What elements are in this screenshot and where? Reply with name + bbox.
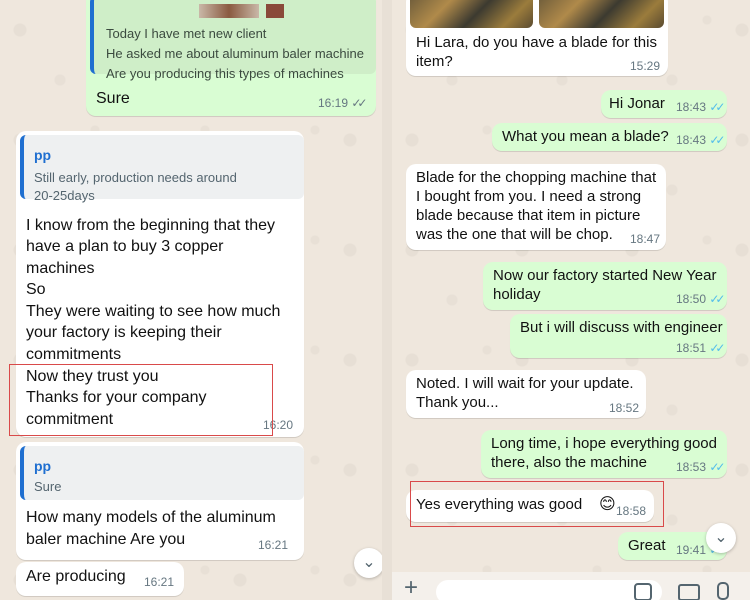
- message-time: 15:29: [630, 59, 661, 73]
- message-time: 18:53 ✓✓: [676, 460, 726, 474]
- message-line: So: [26, 281, 46, 298]
- message-text: Great: [628, 537, 666, 554]
- message-line: item?: [416, 53, 453, 70]
- message-line: Hi Lara, do you have a blade for this: [416, 34, 657, 51]
- message-line: How many models of the aluminum: [26, 509, 276, 526]
- pane-divider: [382, 0, 392, 600]
- outgoing-message[interactable]: Long time, i hope everything good there,…: [481, 430, 727, 478]
- quote-line: Sure: [34, 479, 62, 494]
- outgoing-message[interactable]: But i will discuss with engineer 18:51 ✓…: [510, 314, 727, 358]
- message-line: have a plan to buy 3 copper: [26, 238, 224, 255]
- message-line: was the one that will be chop.: [416, 226, 613, 243]
- scroll-down-button[interactable]: ⌄: [706, 523, 736, 553]
- quote-line: Still early, production needs around: [34, 170, 237, 185]
- message-line: baler machine Are you: [26, 531, 186, 548]
- message-time: 18:50 ✓✓: [676, 292, 726, 306]
- double-check-icon: ✓✓: [709, 292, 725, 306]
- message-line: there, also the machine: [491, 454, 647, 471]
- message-time: 18:43 ✓✓: [676, 133, 726, 147]
- outgoing-message[interactable]: Now our factory started New Year holiday…: [483, 262, 727, 310]
- incoming-message[interactable]: Noted. I will wait for your update. Than…: [406, 370, 646, 418]
- camera-icon[interactable]: [678, 584, 700, 600]
- message-line: commitments: [26, 346, 122, 363]
- message-time: 16:21: [144, 575, 175, 589]
- message-line: your factory is keeping their: [26, 324, 222, 341]
- incoming-message[interactable]: Blade for the chopping machine that I bo…: [406, 164, 666, 250]
- message-text: What you mean a blade?: [502, 128, 669, 145]
- message-line: holiday: [493, 286, 541, 303]
- incoming-message[interactable]: Are producing 16:21: [16, 562, 184, 596]
- double-check-icon: ✓✓: [709, 460, 725, 474]
- redacted-area: [266, 4, 284, 18]
- redacted-area: [199, 4, 259, 18]
- message-line: Long time, i hope everything good: [491, 435, 717, 452]
- photo-thumbnail[interactable]: [410, 0, 533, 28]
- left-chat-pane: Today I have met new client He asked me …: [0, 0, 382, 600]
- quoted-message[interactable]: Today I have met new client He asked me …: [90, 0, 376, 81]
- quoted-message[interactable]: pp Sure: [20, 446, 304, 500]
- highlight-box: [410, 481, 664, 527]
- message-line: Thank you...: [416, 394, 499, 411]
- message-time: 18:52: [609, 401, 640, 415]
- double-check-icon: ✓✓: [709, 133, 725, 147]
- quote-line: Are you producing this types of machines: [106, 66, 344, 81]
- mic-icon[interactable]: [717, 582, 729, 600]
- highlight-box: [9, 364, 273, 436]
- quote-line: He asked me about aluminum baler machine: [106, 46, 364, 61]
- message-line: Blade for the chopping machine that: [416, 169, 657, 186]
- message-line: I bought from you. I need a strong: [416, 188, 642, 205]
- quote-author: pp: [34, 458, 52, 474]
- outgoing-message[interactable]: Hi Jonar 18:43 ✓✓: [601, 90, 727, 118]
- right-chat-pane: Hi Lara, do you have a blade for this it…: [392, 0, 750, 600]
- message-line: They were waiting to see how much: [26, 303, 281, 320]
- quoted-message[interactable]: pp Still early, production needs around …: [20, 135, 304, 203]
- incoming-message[interactable]: pp Sure How many models of the aluminum …: [16, 442, 304, 560]
- chevron-down-icon: ⌄: [362, 554, 376, 571]
- photo-thumbnail[interactable]: [539, 0, 664, 28]
- scroll-down-button[interactable]: ⌄: [354, 548, 382, 578]
- incoming-message[interactable]: Hi Lara, do you have a blade for this it…: [406, 0, 668, 76]
- message-text: Hi Jonar: [609, 95, 665, 112]
- message-line: Now our factory started New Year: [493, 267, 717, 284]
- message-line: Noted. I will wait for your update.: [416, 375, 634, 392]
- message-line: blade because that item in picture: [416, 207, 641, 224]
- message-time: 16:21: [258, 538, 289, 552]
- quote-author: pp: [34, 147, 52, 163]
- message-line: machines: [26, 260, 95, 277]
- double-check-icon: ✓✓: [709, 100, 725, 114]
- composer-bar: +: [392, 572, 750, 600]
- outgoing-message[interactable]: Today I have met new client He asked me …: [86, 0, 376, 116]
- double-check-icon: ✓✓: [709, 341, 725, 355]
- chevron-down-icon: ⌄: [714, 529, 728, 546]
- message-time: 18:47: [630, 232, 661, 246]
- message-time: 18:51 ✓✓: [676, 341, 726, 355]
- message-line: I know from the beginning that they: [26, 217, 276, 234]
- quote-line: Today I have met new client: [106, 26, 267, 41]
- plus-icon[interactable]: +: [404, 574, 418, 600]
- message-text: But i will discuss with engineer: [520, 319, 723, 336]
- message-time: 16:19 ✓✓: [318, 96, 368, 110]
- message-text: Are producing: [26, 568, 126, 585]
- outgoing-message[interactable]: What you mean a blade? 18:43 ✓✓: [492, 123, 727, 151]
- message-input[interactable]: [436, 580, 662, 600]
- sticker-icon[interactable]: [634, 583, 652, 600]
- message-text: Sure: [96, 90, 130, 107]
- message-time: 18:43 ✓✓: [676, 100, 726, 114]
- double-check-icon: ✓✓: [351, 96, 367, 110]
- quote-line: 20-25days: [34, 188, 95, 203]
